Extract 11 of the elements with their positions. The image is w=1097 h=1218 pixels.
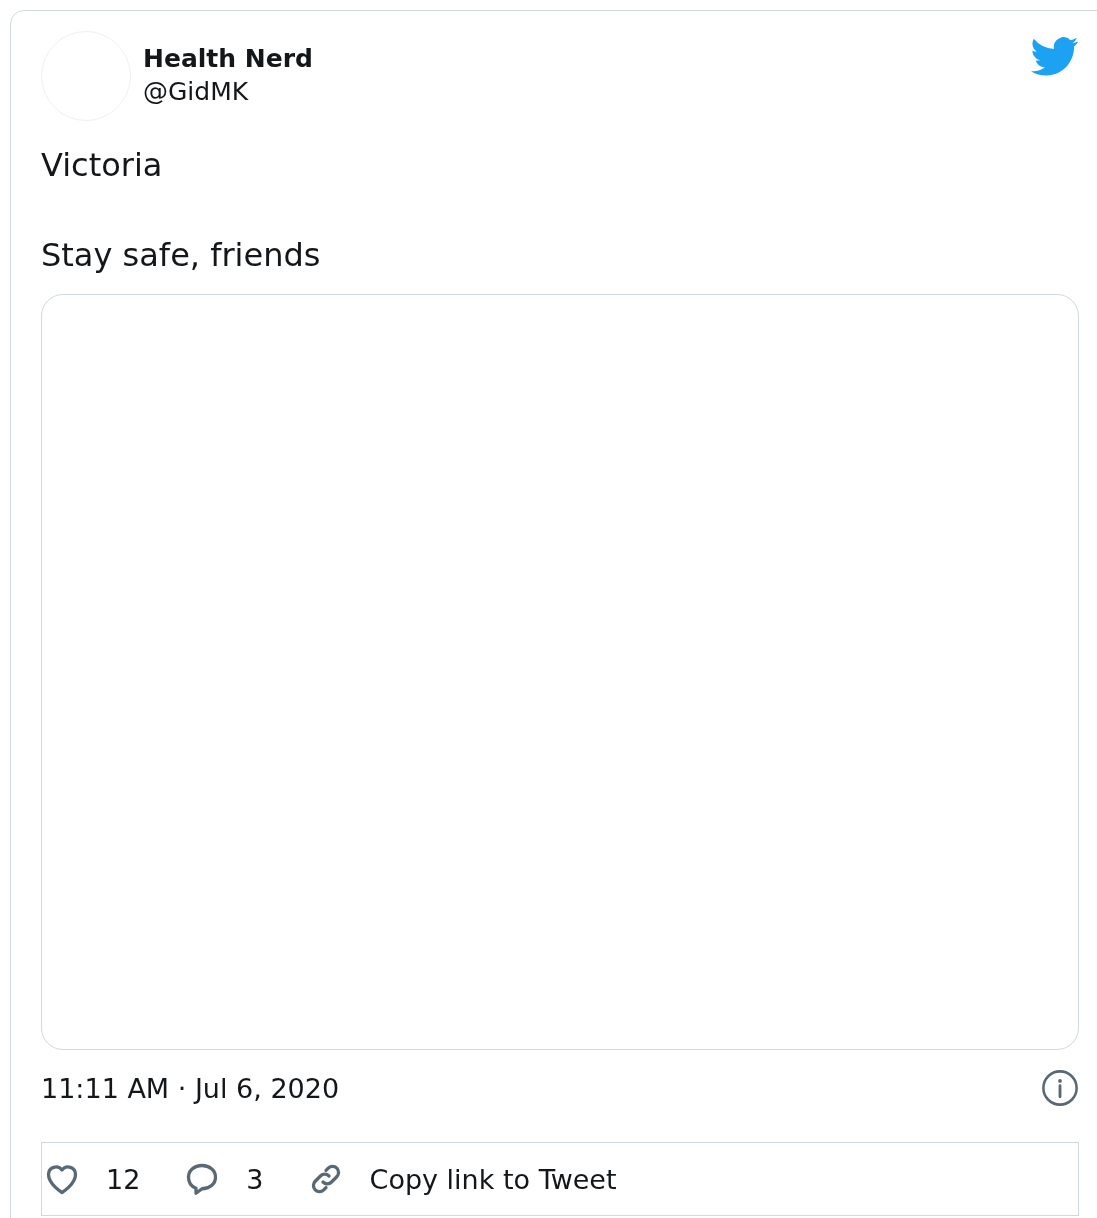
tweet-text: Victoria bbox=[41, 146, 164, 184]
timestamp[interactable]: 11:11 AM · Jul 6, 2020 bbox=[41, 1072, 340, 1104]
bird-icon[interactable] bbox=[1031, 37, 1079, 77]
reply-button[interactable]: 3 bbox=[184, 1161, 264, 1197]
like-button[interactable]: 12 bbox=[44, 1162, 141, 1196]
tweet-text: Stay safe, friends bbox=[41, 236, 322, 274]
copy-link-button[interactable]: Copy link to Tweet bbox=[307, 1161, 617, 1197]
heart-icon bbox=[44, 1162, 80, 1196]
info-icon[interactable] bbox=[1041, 1069, 1079, 1107]
author-name[interactable]: Health Nerd bbox=[143, 44, 1019, 73]
author-handle[interactable]: @GidMK bbox=[143, 77, 1019, 106]
